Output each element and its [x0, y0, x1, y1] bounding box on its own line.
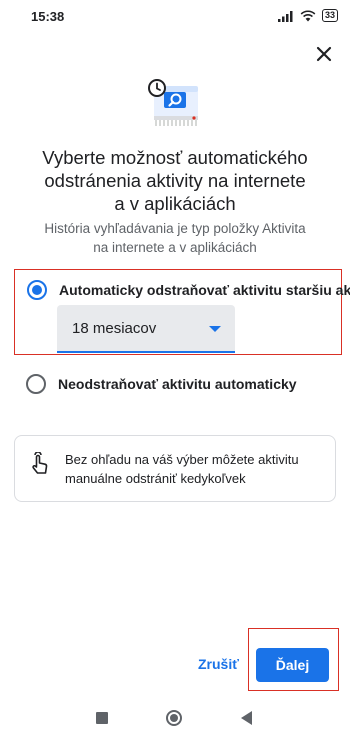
dialog-subtitle: História vyhľadávania je typ položky Akt…: [30, 219, 320, 257]
subtitle-line: História vyhľadávania je typ položky Akt…: [44, 221, 306, 236]
dropdown-arrow-icon: [209, 326, 221, 332]
recents-square-icon[interactable]: [96, 712, 108, 724]
option-no-auto-delete[interactable]: Neodstraňovať aktivitu automaticky: [14, 370, 342, 400]
back-triangle-icon[interactable]: [241, 711, 252, 725]
info-text-line: Bez ohľadu na váš výber môžete aktivitu: [65, 452, 299, 467]
wifi-icon: [300, 9, 316, 21]
system-nav-bar: [0, 700, 350, 739]
info-text: Bez ohľadu na váš výber môžete aktivitu …: [65, 450, 327, 488]
status-bar: 15:38 33: [0, 0, 350, 32]
title-line: Vyberte možnosť automatického: [42, 147, 308, 168]
auto-delete-label: Automaticky odstraňovať aktivitu staršiu…: [59, 282, 350, 298]
close-button[interactable]: [312, 42, 336, 66]
dialog-title: Vyberte možnosť automatického odstráneni…: [30, 146, 320, 215]
close-icon: [316, 46, 332, 62]
period-dropdown[interactable]: 18 mesiacov: [57, 305, 235, 353]
title-line: odstránenia aktivity na internete: [44, 170, 306, 191]
status-icons: 33: [277, 9, 338, 22]
signal-icon: [277, 10, 293, 22]
info-card: Bez ohľadu na váš výber môžete aktivitu …: [14, 435, 336, 502]
period-dropdown-value: 18 mesiacov: [72, 320, 157, 337]
hand-touch-icon: [32, 452, 48, 474]
title-line: a v aplikáciách: [114, 193, 236, 214]
no-auto-delete-radio[interactable]: [26, 374, 46, 394]
info-text-line: manuálne odstrániť kedykoľvek: [65, 471, 246, 486]
subtitle-line: na internete a v aplikáciách: [93, 240, 257, 255]
home-circle-icon[interactable]: [166, 710, 182, 726]
cancel-button[interactable]: Zrušiť: [198, 656, 239, 672]
next-button[interactable]: Ďalej: [256, 648, 329, 682]
status-time: 15:38: [31, 9, 65, 24]
auto-delete-activity-icon: [148, 79, 198, 126]
battery-indicator: 33: [321, 9, 338, 22]
option-auto-delete[interactable]: Automaticky odstraňovať aktivitu staršiu…: [14, 269, 350, 355]
auto-delete-radio[interactable]: [27, 280, 47, 300]
no-auto-delete-label: Neodstraňovať aktivitu automaticky: [58, 376, 297, 392]
